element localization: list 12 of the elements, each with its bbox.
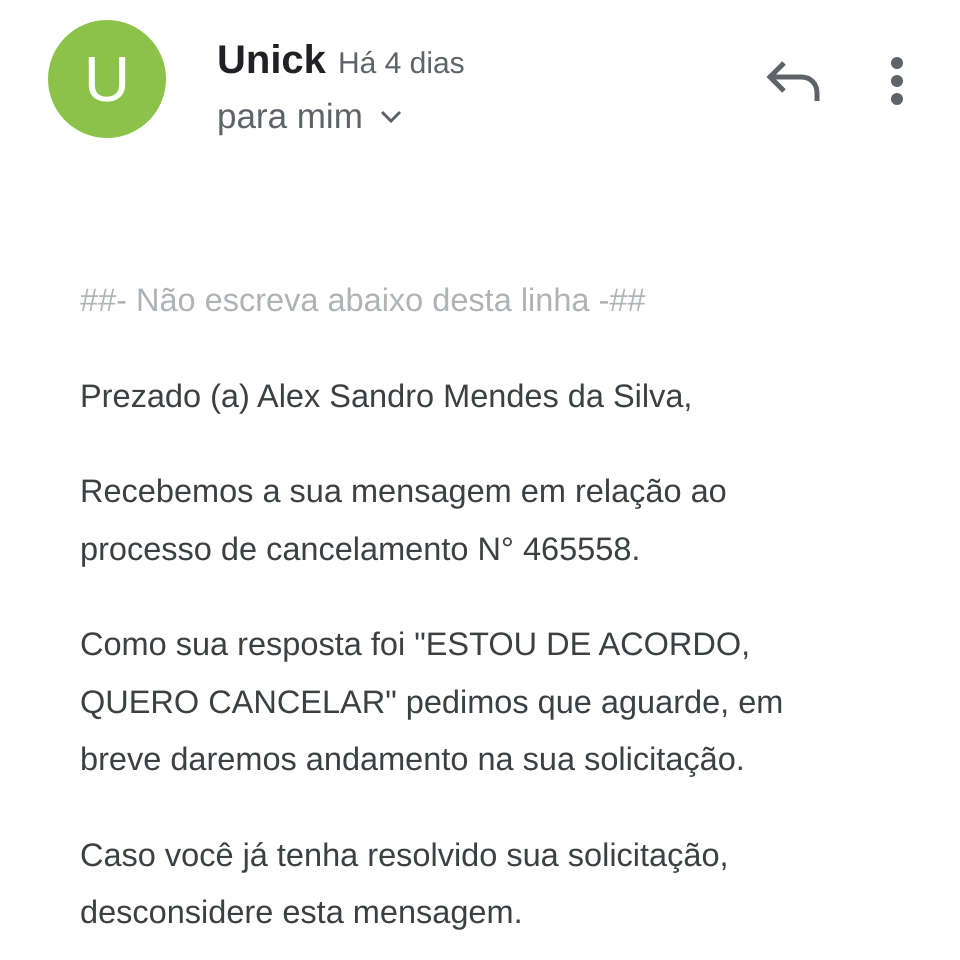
paragraph: Prezado (a) Alex Sandro Mendes da Silva, <box>80 376 694 416</box>
timestamp: Há 4 dias <box>338 47 465 81</box>
paragraph: Como sua resposta foi "ESTOU DE ACORDO, QUERO CANCELAR" pedimos que aguarde, em breve daremos andamento na sua solicitação. <box>80 625 784 779</box>
paragraph: Caso você já tenha resolvido sua solicitação, desconsidere esta mensagem. <box>80 836 730 932</box>
separator-text: ##- Não escreva abaixo desta linha -## <box>80 281 646 320</box>
reply-icon[interactable] <box>766 59 822 103</box>
sender-name: Unick <box>217 38 326 83</box>
chevron-down-icon[interactable] <box>378 109 403 125</box>
more-icon[interactable] <box>890 56 904 106</box>
recipient-label: para mim <box>217 97 363 137</box>
avatar: U <box>48 20 166 138</box>
paragraph: Recebemos a sua mensagem em relação ao processo de cancelamento N° 465558. <box>80 472 728 569</box>
